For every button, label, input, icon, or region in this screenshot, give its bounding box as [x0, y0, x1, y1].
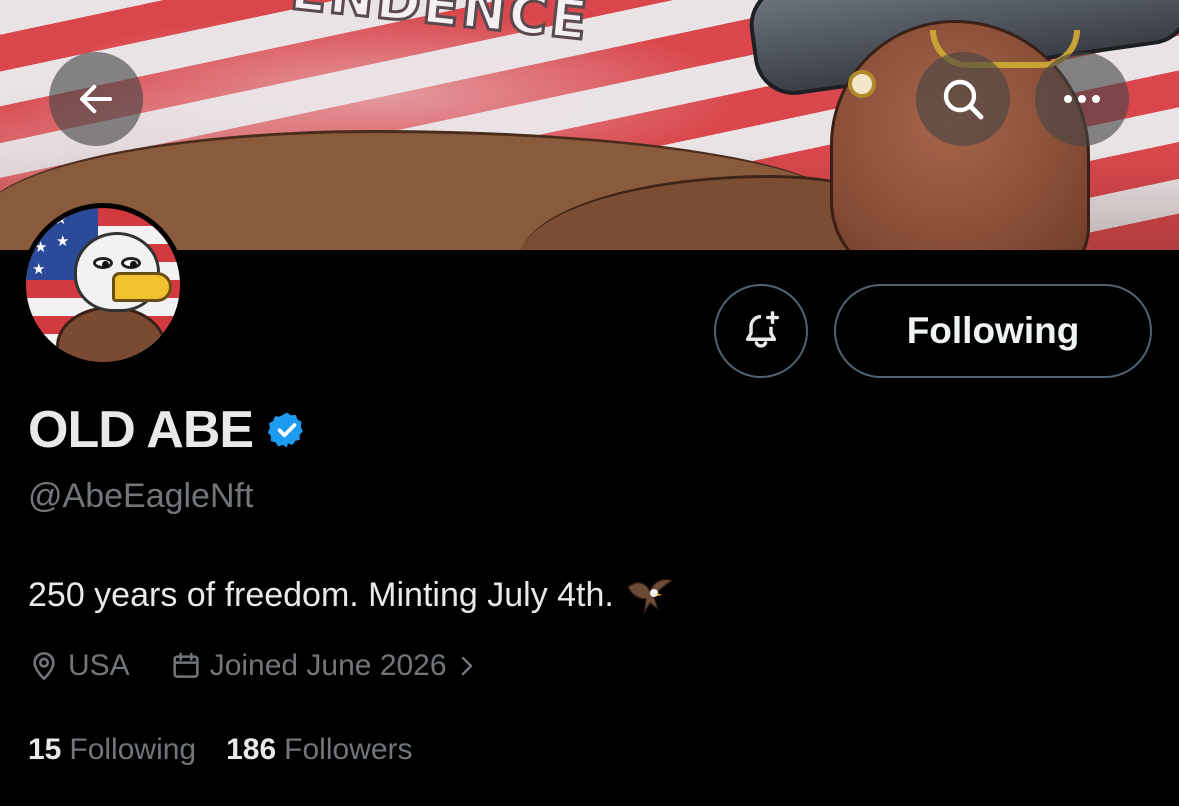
notifications-button[interactable]: [714, 284, 808, 378]
profile-name-row: OLD ABE: [28, 398, 307, 462]
following-count-link[interactable]: 15 Following: [28, 733, 196, 767]
arrow-left-icon: [79, 84, 113, 114]
following-count: 15: [28, 733, 62, 766]
profile-handle: @AbeEagleNft: [28, 477, 254, 515]
verified-badge-icon[interactable]: [267, 410, 307, 450]
search-icon: [943, 79, 984, 120]
profile-meta-row: USA Joined June 2026: [28, 643, 477, 689]
back-button[interactable]: [49, 52, 143, 146]
avatar-eagle-beak: [112, 272, 172, 302]
avatar-eagle-eye: [121, 257, 141, 269]
followers-label: Followers: [284, 733, 413, 766]
avatar-image: ★ ★ ★ ★ ★: [26, 208, 180, 362]
avatar[interactable]: ★ ★ ★ ★ ★: [21, 203, 185, 367]
profile-joined[interactable]: Joined June 2026: [170, 649, 477, 683]
eagle-emoji-icon: [627, 578, 674, 614]
location-pin-icon: [33, 652, 55, 681]
bio-text: 250 years of freedom. Minting July 4th.: [28, 575, 614, 614]
search-button[interactable]: [916, 52, 1010, 146]
profile-location: USA: [28, 649, 130, 683]
display-name: OLD ABE: [28, 401, 254, 459]
avatar-eagle-eye: [93, 257, 113, 269]
joined-text: Joined June 2026: [209, 649, 447, 682]
profile-page: ENDENCE ★ ★ ★ ★ ★ Following OLD ABE @Abe…: [0, 0, 1179, 806]
following-label: Following: [69, 733, 197, 766]
followers-count-link[interactable]: 186 Followers: [226, 733, 412, 767]
avatar-eagle-body: [56, 306, 166, 362]
location-text: USA: [68, 649, 130, 682]
more-options-button[interactable]: [1035, 52, 1129, 146]
following-button[interactable]: Following: [834, 284, 1152, 378]
chevron-right-icon: [461, 656, 472, 676]
calendar-icon: [173, 652, 199, 678]
banner-eagle-watch: [848, 70, 876, 98]
followers-count: 186: [226, 733, 277, 766]
profile-stats: 15 Following 186 Followers: [28, 728, 413, 772]
bell-plus-icon: [745, 311, 780, 348]
profile-bio: 250 years of freedom. Minting July 4th.: [28, 573, 674, 617]
more-horizontal-icon: [1064, 95, 1100, 103]
